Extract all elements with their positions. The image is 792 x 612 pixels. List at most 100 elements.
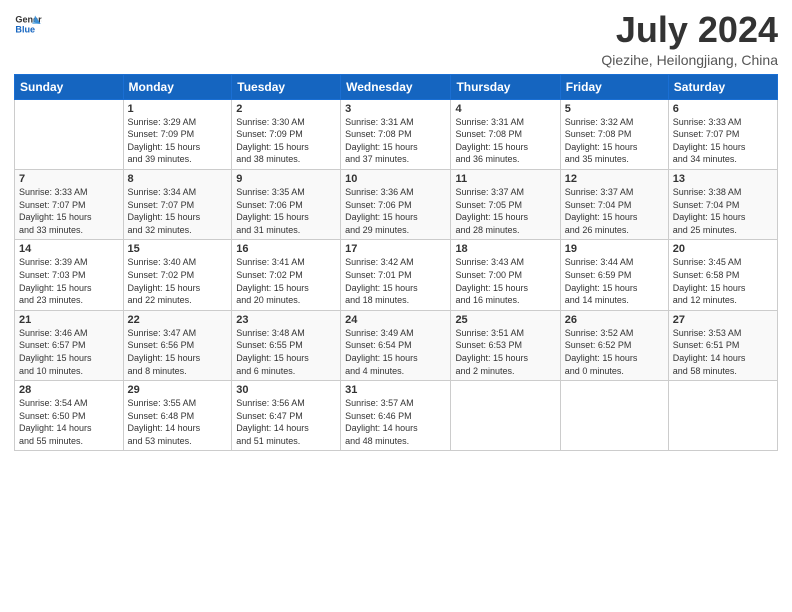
calendar-cell: 6Sunrise: 3:33 AM Sunset: 7:07 PM Daylig… xyxy=(668,99,777,169)
day-number: 2 xyxy=(236,103,336,115)
calendar-cell: 10Sunrise: 3:36 AM Sunset: 7:06 PM Dayli… xyxy=(341,169,451,239)
day-info: Sunrise: 3:40 AM Sunset: 7:02 PM Dayligh… xyxy=(128,256,228,306)
day-info: Sunrise: 3:29 AM Sunset: 7:09 PM Dayligh… xyxy=(128,116,228,166)
title-block: July 2024 Qiezihe, Heilongjiang, China xyxy=(601,10,778,68)
day-number: 10 xyxy=(345,173,446,185)
day-number: 18 xyxy=(455,243,555,255)
calendar-cell: 7Sunrise: 3:33 AM Sunset: 7:07 PM Daylig… xyxy=(15,169,124,239)
day-info: Sunrise: 3:31 AM Sunset: 7:08 PM Dayligh… xyxy=(455,116,555,166)
day-info: Sunrise: 3:30 AM Sunset: 7:09 PM Dayligh… xyxy=(236,116,336,166)
calendar-cell: 27Sunrise: 3:53 AM Sunset: 6:51 PM Dayli… xyxy=(668,310,777,380)
day-number: 28 xyxy=(19,384,119,396)
month-year-title: July 2024 xyxy=(601,10,778,50)
day-info: Sunrise: 3:43 AM Sunset: 7:00 PM Dayligh… xyxy=(455,256,555,306)
day-info: Sunrise: 3:37 AM Sunset: 7:04 PM Dayligh… xyxy=(565,186,664,236)
calendar-cell: 22Sunrise: 3:47 AM Sunset: 6:56 PM Dayli… xyxy=(123,310,232,380)
day-info: Sunrise: 3:55 AM Sunset: 6:48 PM Dayligh… xyxy=(128,397,228,447)
weekday-header-thursday: Thursday xyxy=(451,74,560,99)
day-info: Sunrise: 3:46 AM Sunset: 6:57 PM Dayligh… xyxy=(19,327,119,377)
day-number: 20 xyxy=(673,243,773,255)
day-number: 29 xyxy=(128,384,228,396)
day-number: 6 xyxy=(673,103,773,115)
day-info: Sunrise: 3:41 AM Sunset: 7:02 PM Dayligh… xyxy=(236,256,336,306)
day-number: 23 xyxy=(236,314,336,326)
logo-icon: General Blue xyxy=(14,10,42,38)
day-number: 8 xyxy=(128,173,228,185)
day-number: 26 xyxy=(565,314,664,326)
day-number: 16 xyxy=(236,243,336,255)
day-number: 31 xyxy=(345,384,446,396)
calendar-cell: 15Sunrise: 3:40 AM Sunset: 7:02 PM Dayli… xyxy=(123,240,232,310)
day-number: 7 xyxy=(19,173,119,185)
day-number: 1 xyxy=(128,103,228,115)
calendar-cell xyxy=(668,381,777,451)
calendar-cell: 21Sunrise: 3:46 AM Sunset: 6:57 PM Dayli… xyxy=(15,310,124,380)
weekday-header-friday: Friday xyxy=(560,74,668,99)
page-header: General Blue July 2024 Qiezihe, Heilongj… xyxy=(14,10,778,68)
calendar-cell: 16Sunrise: 3:41 AM Sunset: 7:02 PM Dayli… xyxy=(232,240,341,310)
week-row-4: 21Sunrise: 3:46 AM Sunset: 6:57 PM Dayli… xyxy=(15,310,778,380)
day-number: 11 xyxy=(455,173,555,185)
calendar-cell: 18Sunrise: 3:43 AM Sunset: 7:00 PM Dayli… xyxy=(451,240,560,310)
week-row-5: 28Sunrise: 3:54 AM Sunset: 6:50 PM Dayli… xyxy=(15,381,778,451)
weekday-header-wednesday: Wednesday xyxy=(341,74,451,99)
day-info: Sunrise: 3:38 AM Sunset: 7:04 PM Dayligh… xyxy=(673,186,773,236)
day-info: Sunrise: 3:47 AM Sunset: 6:56 PM Dayligh… xyxy=(128,327,228,377)
day-info: Sunrise: 3:51 AM Sunset: 6:53 PM Dayligh… xyxy=(455,327,555,377)
calendar-cell: 29Sunrise: 3:55 AM Sunset: 6:48 PM Dayli… xyxy=(123,381,232,451)
weekday-header-tuesday: Tuesday xyxy=(232,74,341,99)
day-number: 13 xyxy=(673,173,773,185)
day-number: 19 xyxy=(565,243,664,255)
day-number: 24 xyxy=(345,314,446,326)
day-info: Sunrise: 3:49 AM Sunset: 6:54 PM Dayligh… xyxy=(345,327,446,377)
calendar-cell: 11Sunrise: 3:37 AM Sunset: 7:05 PM Dayli… xyxy=(451,169,560,239)
calendar-cell: 23Sunrise: 3:48 AM Sunset: 6:55 PM Dayli… xyxy=(232,310,341,380)
day-info: Sunrise: 3:36 AM Sunset: 7:06 PM Dayligh… xyxy=(345,186,446,236)
calendar-cell xyxy=(451,381,560,451)
calendar-cell: 28Sunrise: 3:54 AM Sunset: 6:50 PM Dayli… xyxy=(15,381,124,451)
day-number: 14 xyxy=(19,243,119,255)
day-info: Sunrise: 3:34 AM Sunset: 7:07 PM Dayligh… xyxy=(128,186,228,236)
svg-text:Blue: Blue xyxy=(15,24,35,34)
calendar-cell xyxy=(560,381,668,451)
calendar-cell: 24Sunrise: 3:49 AM Sunset: 6:54 PM Dayli… xyxy=(341,310,451,380)
calendar-cell: 5Sunrise: 3:32 AM Sunset: 7:08 PM Daylig… xyxy=(560,99,668,169)
calendar-cell: 17Sunrise: 3:42 AM Sunset: 7:01 PM Dayli… xyxy=(341,240,451,310)
weekday-header-saturday: Saturday xyxy=(668,74,777,99)
day-info: Sunrise: 3:53 AM Sunset: 6:51 PM Dayligh… xyxy=(673,327,773,377)
day-number: 30 xyxy=(236,384,336,396)
day-info: Sunrise: 3:48 AM Sunset: 6:55 PM Dayligh… xyxy=(236,327,336,377)
day-info: Sunrise: 3:57 AM Sunset: 6:46 PM Dayligh… xyxy=(345,397,446,447)
day-info: Sunrise: 3:32 AM Sunset: 7:08 PM Dayligh… xyxy=(565,116,664,166)
day-info: Sunrise: 3:45 AM Sunset: 6:58 PM Dayligh… xyxy=(673,256,773,306)
calendar-cell: 4Sunrise: 3:31 AM Sunset: 7:08 PM Daylig… xyxy=(451,99,560,169)
day-number: 15 xyxy=(128,243,228,255)
day-number: 17 xyxy=(345,243,446,255)
day-number: 25 xyxy=(455,314,555,326)
calendar-cell: 1Sunrise: 3:29 AM Sunset: 7:09 PM Daylig… xyxy=(123,99,232,169)
calendar-cell: 2Sunrise: 3:30 AM Sunset: 7:09 PM Daylig… xyxy=(232,99,341,169)
day-number: 9 xyxy=(236,173,336,185)
calendar-cell: 3Sunrise: 3:31 AM Sunset: 7:08 PM Daylig… xyxy=(341,99,451,169)
day-info: Sunrise: 3:33 AM Sunset: 7:07 PM Dayligh… xyxy=(19,186,119,236)
logo: General Blue xyxy=(14,10,44,38)
day-info: Sunrise: 3:42 AM Sunset: 7:01 PM Dayligh… xyxy=(345,256,446,306)
day-info: Sunrise: 3:31 AM Sunset: 7:08 PM Dayligh… xyxy=(345,116,446,166)
calendar-cell xyxy=(15,99,124,169)
day-number: 4 xyxy=(455,103,555,115)
day-number: 22 xyxy=(128,314,228,326)
weekday-header-monday: Monday xyxy=(123,74,232,99)
day-number: 5 xyxy=(565,103,664,115)
week-row-2: 7Sunrise: 3:33 AM Sunset: 7:07 PM Daylig… xyxy=(15,169,778,239)
day-info: Sunrise: 3:37 AM Sunset: 7:05 PM Dayligh… xyxy=(455,186,555,236)
calendar-cell: 25Sunrise: 3:51 AM Sunset: 6:53 PM Dayli… xyxy=(451,310,560,380)
calendar-cell: 31Sunrise: 3:57 AM Sunset: 6:46 PM Dayli… xyxy=(341,381,451,451)
day-info: Sunrise: 3:56 AM Sunset: 6:47 PM Dayligh… xyxy=(236,397,336,447)
calendar-cell: 20Sunrise: 3:45 AM Sunset: 6:58 PM Dayli… xyxy=(668,240,777,310)
day-number: 27 xyxy=(673,314,773,326)
calendar-cell: 9Sunrise: 3:35 AM Sunset: 7:06 PM Daylig… xyxy=(232,169,341,239)
calendar-cell: 30Sunrise: 3:56 AM Sunset: 6:47 PM Dayli… xyxy=(232,381,341,451)
day-number: 21 xyxy=(19,314,119,326)
week-row-3: 14Sunrise: 3:39 AM Sunset: 7:03 PM Dayli… xyxy=(15,240,778,310)
location-subtitle: Qiezihe, Heilongjiang, China xyxy=(601,52,778,68)
